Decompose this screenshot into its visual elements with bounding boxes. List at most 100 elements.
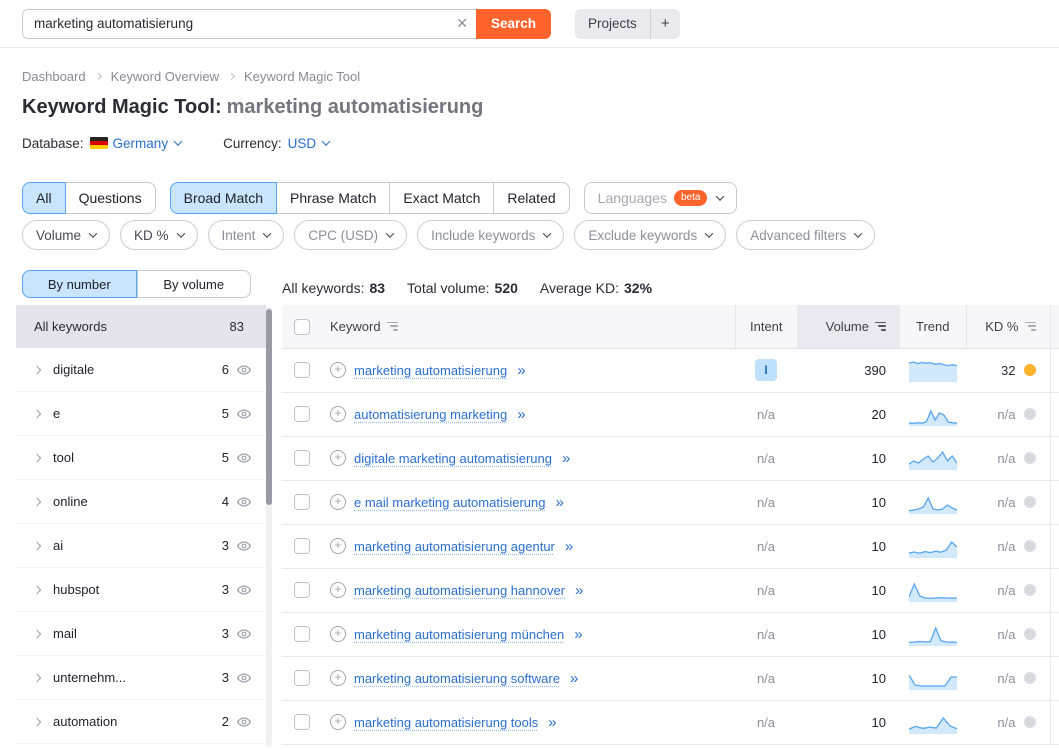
tab-questions[interactable]: Questions (66, 182, 156, 214)
stat-average-kd: Average KD:32% (540, 280, 652, 296)
row-checkbox[interactable] (294, 714, 310, 730)
open-keyword-icon[interactable]: » (574, 626, 580, 643)
add-to-list-icon[interactable]: + (330, 450, 346, 466)
tab-all[interactable]: All (22, 182, 66, 214)
keyword-link[interactable]: digitale marketing automatisierung (354, 451, 552, 466)
kd-cell: n/a (966, 568, 1050, 612)
eye-icon[interactable] (236, 494, 252, 510)
currency-selector[interactable]: USD (288, 136, 330, 151)
keyword-group-item[interactable]: ai 3 (16, 524, 266, 568)
keyword-group-item[interactable]: hubspot 3 (16, 568, 266, 612)
add-to-list-icon[interactable]: + (330, 494, 346, 510)
add-to-list-icon[interactable]: + (330, 582, 346, 598)
kd-column-header[interactable]: KD % (985, 319, 1035, 334)
eye-icon[interactable] (236, 626, 252, 642)
row-checkbox[interactable] (294, 626, 310, 642)
trend-sparkline (900, 480, 966, 524)
tab-exact-match[interactable]: Exact Match (390, 182, 494, 214)
select-all-checkbox[interactable] (294, 319, 310, 335)
keyword-column-header[interactable]: Keyword (330, 319, 398, 334)
row-checkbox[interactable] (294, 494, 310, 510)
tab-broad-match[interactable]: Broad Match (170, 182, 277, 214)
breadcrumb-link[interactable]: Keyword Overview (111, 69, 219, 84)
add-to-list-icon[interactable]: + (330, 406, 346, 422)
all-keywords-group[interactable]: All keywords 83 (16, 305, 266, 348)
row-checkbox[interactable] (294, 538, 310, 554)
keyword-link[interactable]: marketing automatisierung hannover (354, 583, 565, 598)
eye-icon[interactable] (236, 406, 252, 422)
kd-dot-icon (1024, 408, 1036, 420)
keyword-link[interactable]: marketing automatisierung münchen (354, 627, 564, 642)
open-keyword-icon[interactable]: » (548, 714, 554, 731)
row-checkbox[interactable] (294, 406, 310, 422)
add-to-list-icon[interactable]: + (330, 362, 346, 378)
keyword-group-item[interactable]: e 5 (16, 392, 266, 436)
keyword-table-row: + digitale marketing automatisierung » n… (282, 436, 1059, 480)
search-input[interactable] (22, 9, 476, 39)
filter-volume[interactable]: Volume (22, 220, 110, 250)
sidebar-scrollbar[interactable] (266, 309, 272, 505)
row-checkbox[interactable] (294, 362, 310, 378)
open-keyword-icon[interactable]: » (517, 362, 523, 379)
breadcrumb-chevron-icon (228, 72, 235, 79)
eye-icon[interactable] (236, 362, 252, 378)
tab-phrase-match[interactable]: Phrase Match (277, 182, 390, 214)
keyword-link[interactable]: e mail marketing automatisierung (354, 495, 545, 510)
open-keyword-icon[interactable]: » (565, 538, 571, 555)
keyword-link[interactable]: marketing automatisierung (354, 363, 507, 378)
eye-icon[interactable] (236, 582, 252, 598)
chevron-right-icon (33, 541, 41, 549)
filter-include-keywords[interactable]: Include keywords (417, 220, 564, 250)
row-checkbox[interactable] (294, 450, 310, 466)
volume-column-header[interactable]: Volume (826, 319, 886, 334)
keyword-group-item[interactable]: automation 2 (16, 700, 266, 744)
stat-total-volume: Total volume:520 (407, 280, 518, 296)
add-to-list-icon[interactable]: + (330, 538, 346, 554)
filters-row: Volume KD % Intent CPC (USD) Include keyword… (22, 220, 1059, 250)
filter-cpc-usd-[interactable]: CPC (USD) (294, 220, 407, 250)
open-keyword-icon[interactable]: » (517, 406, 523, 423)
toggle-by-volume[interactable]: By volume (137, 270, 252, 298)
open-keyword-icon[interactable]: » (570, 670, 576, 687)
search-button[interactable]: Search (476, 9, 551, 39)
keyword-link[interactable]: marketing automatisierung agentur (354, 539, 555, 554)
keyword-group-item[interactable]: mail 3 (16, 612, 266, 656)
filter-intent[interactable]: Intent (208, 220, 285, 250)
database-selector[interactable]: Germany (113, 136, 182, 151)
clear-search-icon[interactable]: ✕ (456, 9, 468, 39)
add-to-list-icon[interactable]: + (330, 626, 346, 642)
keyword-link[interactable]: marketing automatisierung tools (354, 715, 538, 730)
match-type-tabs: AllQuestions Broad MatchPhrase MatchExac… (22, 182, 1059, 214)
volume-cell: 10 (797, 436, 900, 480)
keyword-group-item[interactable]: online 4 (16, 480, 266, 524)
intent-cell: I (735, 348, 797, 392)
filter-advanced-filters[interactable]: Advanced filters (736, 220, 875, 250)
keyword-group-item[interactable]: unternehm... 3 (16, 656, 266, 700)
open-keyword-icon[interactable]: » (575, 582, 581, 599)
projects-button[interactable]: Projects (575, 9, 650, 39)
eye-icon[interactable] (236, 450, 252, 466)
eye-icon[interactable] (236, 670, 252, 686)
breadcrumb-link[interactable]: Dashboard (22, 69, 86, 84)
row-checkbox[interactable] (294, 582, 310, 598)
germany-flag-icon (90, 137, 108, 149)
row-checkbox[interactable] (294, 670, 310, 686)
keyword-group-item[interactable]: tool 5 (16, 436, 266, 480)
intent-column-header[interactable]: Intent (750, 319, 783, 334)
eye-icon[interactable] (236, 714, 252, 730)
stat-all-keywords: All keywords:83 (282, 280, 385, 296)
eye-icon[interactable] (236, 538, 252, 554)
keyword-group-item[interactable]: digitale 6 (16, 348, 266, 392)
open-keyword-icon[interactable]: » (562, 450, 568, 467)
toggle-by-number[interactable]: By number (22, 270, 137, 298)
tab-related[interactable]: Related (494, 182, 569, 214)
add-to-list-icon[interactable]: + (330, 670, 346, 686)
open-keyword-icon[interactable]: » (555, 494, 561, 511)
filter-exclude-keywords[interactable]: Exclude keywords (574, 220, 726, 250)
languages-dropdown[interactable]: Languages beta (584, 182, 738, 214)
filter-kd-%[interactable]: KD % (120, 220, 198, 250)
add-to-list-icon[interactable]: + (330, 714, 346, 730)
keyword-link[interactable]: marketing automatisierung software (354, 671, 560, 686)
add-project-button[interactable]: + (650, 9, 680, 39)
keyword-link[interactable]: automatisierung marketing (354, 407, 507, 422)
